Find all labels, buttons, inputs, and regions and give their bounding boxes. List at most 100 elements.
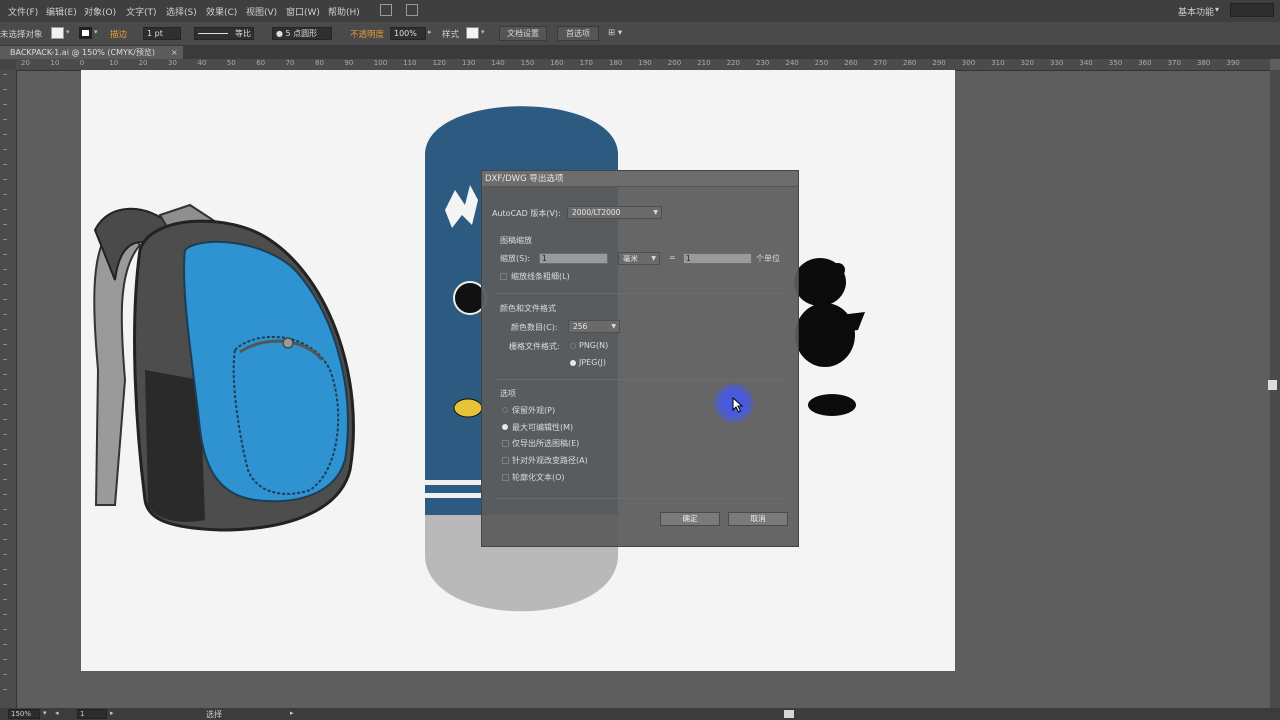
chevron-down-icon[interactable]: ▾ <box>66 28 70 36</box>
ruler-mark: 300 <box>961 59 976 67</box>
vertical-ruler[interactable] <box>0 70 17 708</box>
selection-status: 未选择对象 <box>0 30 43 40</box>
outline-text-checkbox[interactable] <box>502 474 509 481</box>
ruler-tick <box>3 689 7 690</box>
ruler-mark: 60 <box>256 59 266 67</box>
ruler-mark: 390 <box>1226 59 1240 67</box>
menu-edit[interactable]: 编辑(E) <box>46 5 77 18</box>
stroke-label[interactable]: 描边 <box>110 28 127 40</box>
ruler-tick <box>3 599 7 600</box>
bridge-icon[interactable] <box>380 4 392 16</box>
fill-swatch[interactable] <box>51 27 64 39</box>
ruler-mark: 240 <box>785 59 799 67</box>
status-arrow-icon[interactable]: ▸ <box>290 709 294 717</box>
ruler-mark: 270 <box>873 59 887 67</box>
menu-type[interactable]: 文字(T) <box>126 5 157 18</box>
export-selected-checkbox[interactable] <box>502 440 509 447</box>
workspace-switcher[interactable]: 基本功能 <box>1178 5 1214 18</box>
mouse-pointer-icon <box>732 397 744 413</box>
brush-label: 5 点圆形 <box>285 29 318 38</box>
chevron-down-icon: ▼ <box>651 255 656 262</box>
scale-lines-checkbox[interactable] <box>500 273 507 280</box>
ruler-mark: 40 <box>197 59 207 67</box>
menu-help[interactable]: 帮助(H) <box>328 5 360 18</box>
ruler-mark: 50 <box>226 59 236 67</box>
alter-paths-checkbox[interactable] <box>502 457 509 464</box>
scale-unit-select[interactable]: 毫米 ▼ <box>618 252 660 265</box>
document-tab[interactable]: BACKPACK-1.ai @ 150% (CMYK/预览) <box>0 46 183 59</box>
chevron-down-icon[interactable]: ▾ <box>1215 5 1219 14</box>
chevron-down-icon[interactable]: ▾ <box>43 709 47 717</box>
ruler-tick <box>3 194 7 195</box>
png-radio[interactable] <box>570 343 576 349</box>
jpeg-radio[interactable] <box>570 360 576 366</box>
zoom-field[interactable]: 150% <box>8 709 40 719</box>
ruler-tick <box>3 584 7 585</box>
ruler-mark: 140 <box>491 59 505 67</box>
ruler-tick <box>3 404 7 405</box>
preserve-appearance-radio[interactable] <box>502 407 508 413</box>
ruler-tick <box>3 299 7 300</box>
opacity-label[interactable]: 不透明度 <box>350 28 384 40</box>
chevron-down-icon[interactable]: ▾ <box>94 28 98 36</box>
ruler-tick <box>3 224 7 225</box>
menu-window[interactable]: 窗口(W) <box>286 5 320 18</box>
preferences-button[interactable]: 首选项 <box>557 26 599 41</box>
equals-sign: = <box>669 253 676 262</box>
page-field[interactable]: 1 <box>77 709 107 719</box>
autocad-version-value: 2000/LT2000 <box>572 208 621 217</box>
brush-field[interactable]: ● 5 点圆形 <box>272 27 332 40</box>
ruler-mark: 360 <box>1138 59 1152 67</box>
arrange-docs-icon[interactable] <box>406 4 418 16</box>
ruler-tick <box>3 104 7 105</box>
ruler-tick <box>3 119 7 120</box>
chevron-down-icon[interactable]: ▾ <box>481 28 485 36</box>
chevron-down-icon: ▼ <box>653 209 658 216</box>
ruler-tick <box>3 659 7 660</box>
menu-file[interactable]: 文件(F) <box>8 5 38 18</box>
stroke-weight-field[interactable]: 1 pt <box>143 27 181 40</box>
chevron-down-icon[interactable]: ▸ <box>428 28 432 36</box>
ruler-mark: 160 <box>550 59 564 67</box>
dialog-title[interactable]: DXF/DWG 导出选项 <box>482 171 798 187</box>
menu-effect[interactable]: 效果(C) <box>206 5 237 18</box>
ruler-tick <box>3 569 7 570</box>
menu-select[interactable]: 选择(S) <box>166 5 197 18</box>
opacity-field[interactable]: 100% <box>390 27 426 40</box>
menu-object[interactable]: 对象(O) <box>84 5 116 18</box>
ruler-mark: 70 <box>285 59 295 67</box>
ruler-mark: 150 <box>520 59 535 67</box>
ok-button[interactable]: 确定 <box>660 512 720 526</box>
colors-value: 256 <box>573 322 588 331</box>
scale-input[interactable]: 1 <box>539 253 608 264</box>
units-input[interactable]: 1 <box>683 253 752 264</box>
vertical-scroll-thumb[interactable] <box>1268 380 1277 390</box>
arrange-icon[interactable]: ⊞ ▾ <box>608 28 622 38</box>
ruler-origin[interactable] <box>0 59 16 70</box>
jpeg-label: JPEG(J) <box>579 358 607 367</box>
document-setup-button[interactable]: 文档设置 <box>499 26 547 41</box>
ruler-mark: 80 <box>315 59 324 67</box>
close-icon[interactable]: × <box>171 46 178 59</box>
ruler-tick <box>3 509 7 510</box>
variable-width-profile[interactable]: 等比 <box>194 27 254 40</box>
next-page-icon[interactable]: ▸ <box>110 709 114 717</box>
max-editability-radio[interactable] <box>502 424 508 430</box>
profile-line <box>198 33 228 34</box>
colors-select[interactable]: 256 ▼ <box>568 320 620 333</box>
style-swatch[interactable] <box>466 27 479 39</box>
horizontal-scroll-thumb[interactable] <box>784 710 794 718</box>
menu-view[interactable]: 视图(V) <box>246 5 277 18</box>
help-search-input[interactable] <box>1230 3 1274 17</box>
ruler-mark: 250 <box>814 59 829 67</box>
autocad-version-select[interactable]: 2000/LT2000 ▼ <box>567 206 662 219</box>
ruler-mark: 10 <box>109 59 119 67</box>
cancel-button[interactable]: 取消 <box>728 512 788 526</box>
divider <box>496 379 788 380</box>
ruler-mark: 130 <box>462 59 476 67</box>
first-page-icon[interactable]: ◂ <box>55 709 59 717</box>
stroke-swatch[interactable] <box>79 27 92 39</box>
ruler-mark: 180 <box>609 59 623 67</box>
scale-section-label: 图稿缩放 <box>500 236 532 245</box>
ruler-mark: 330 <box>1050 59 1064 67</box>
